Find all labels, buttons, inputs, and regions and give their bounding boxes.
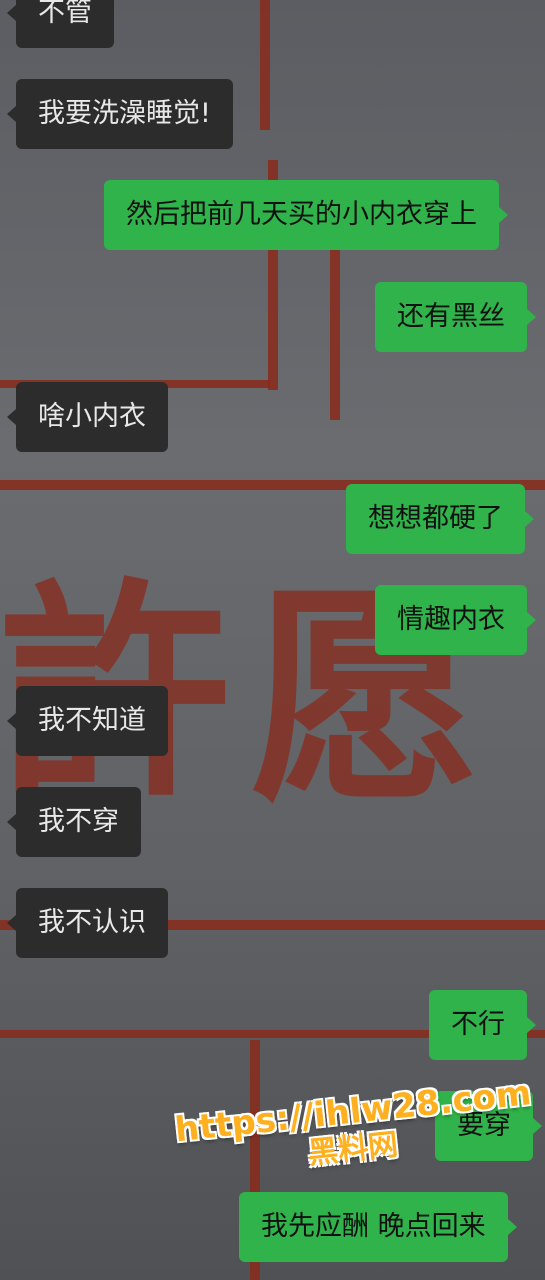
message-text: 我要洗澡睡觉! — [38, 98, 211, 129]
message-text: 不管 — [38, 0, 92, 28]
message-text: 情趣内衣 — [397, 604, 505, 635]
message-text: 我不穿 — [38, 806, 119, 837]
message-incoming[interactable]: 我要洗澡睡觉! — [7, 79, 233, 149]
background-poster-stripe — [260, 0, 270, 130]
message-text: 想想都硬了 — [368, 503, 503, 534]
message-text: 我不知道 — [38, 705, 146, 736]
message-incoming[interactable]: 啥小内衣 — [7, 382, 168, 452]
message-incoming[interactable]: 不管 — [7, 0, 114, 48]
message-incoming[interactable]: 我不认识 — [7, 888, 168, 958]
message-text: 还有黑丝 — [397, 301, 505, 332]
message-text: 然后把前几天买的小内衣穿上 — [126, 199, 477, 230]
message-outgoing[interactable]: 然后把前几天买的小内衣穿上 — [104, 180, 508, 250]
message-text: 不行 — [451, 1009, 505, 1040]
message-text: 我先应酬 晚点回来 — [261, 1211, 486, 1242]
message-incoming[interactable]: 我不穿 — [7, 787, 141, 857]
message-text: 我不认识 — [38, 907, 146, 938]
message-outgoing[interactable]: 想想都硬了 — [346, 484, 534, 554]
message-incoming[interactable]: 我不知道 — [7, 686, 168, 756]
background-poster-stripe — [330, 240, 340, 420]
message-outgoing[interactable]: 我先应酬 晚点回来 — [239, 1192, 517, 1262]
message-outgoing[interactable]: 情趣内衣 — [375, 585, 536, 655]
message-text: 啥小内衣 — [38, 401, 146, 432]
message-outgoing[interactable]: 还有黑丝 — [375, 282, 536, 352]
message-outgoing[interactable]: 不行 — [429, 990, 536, 1060]
